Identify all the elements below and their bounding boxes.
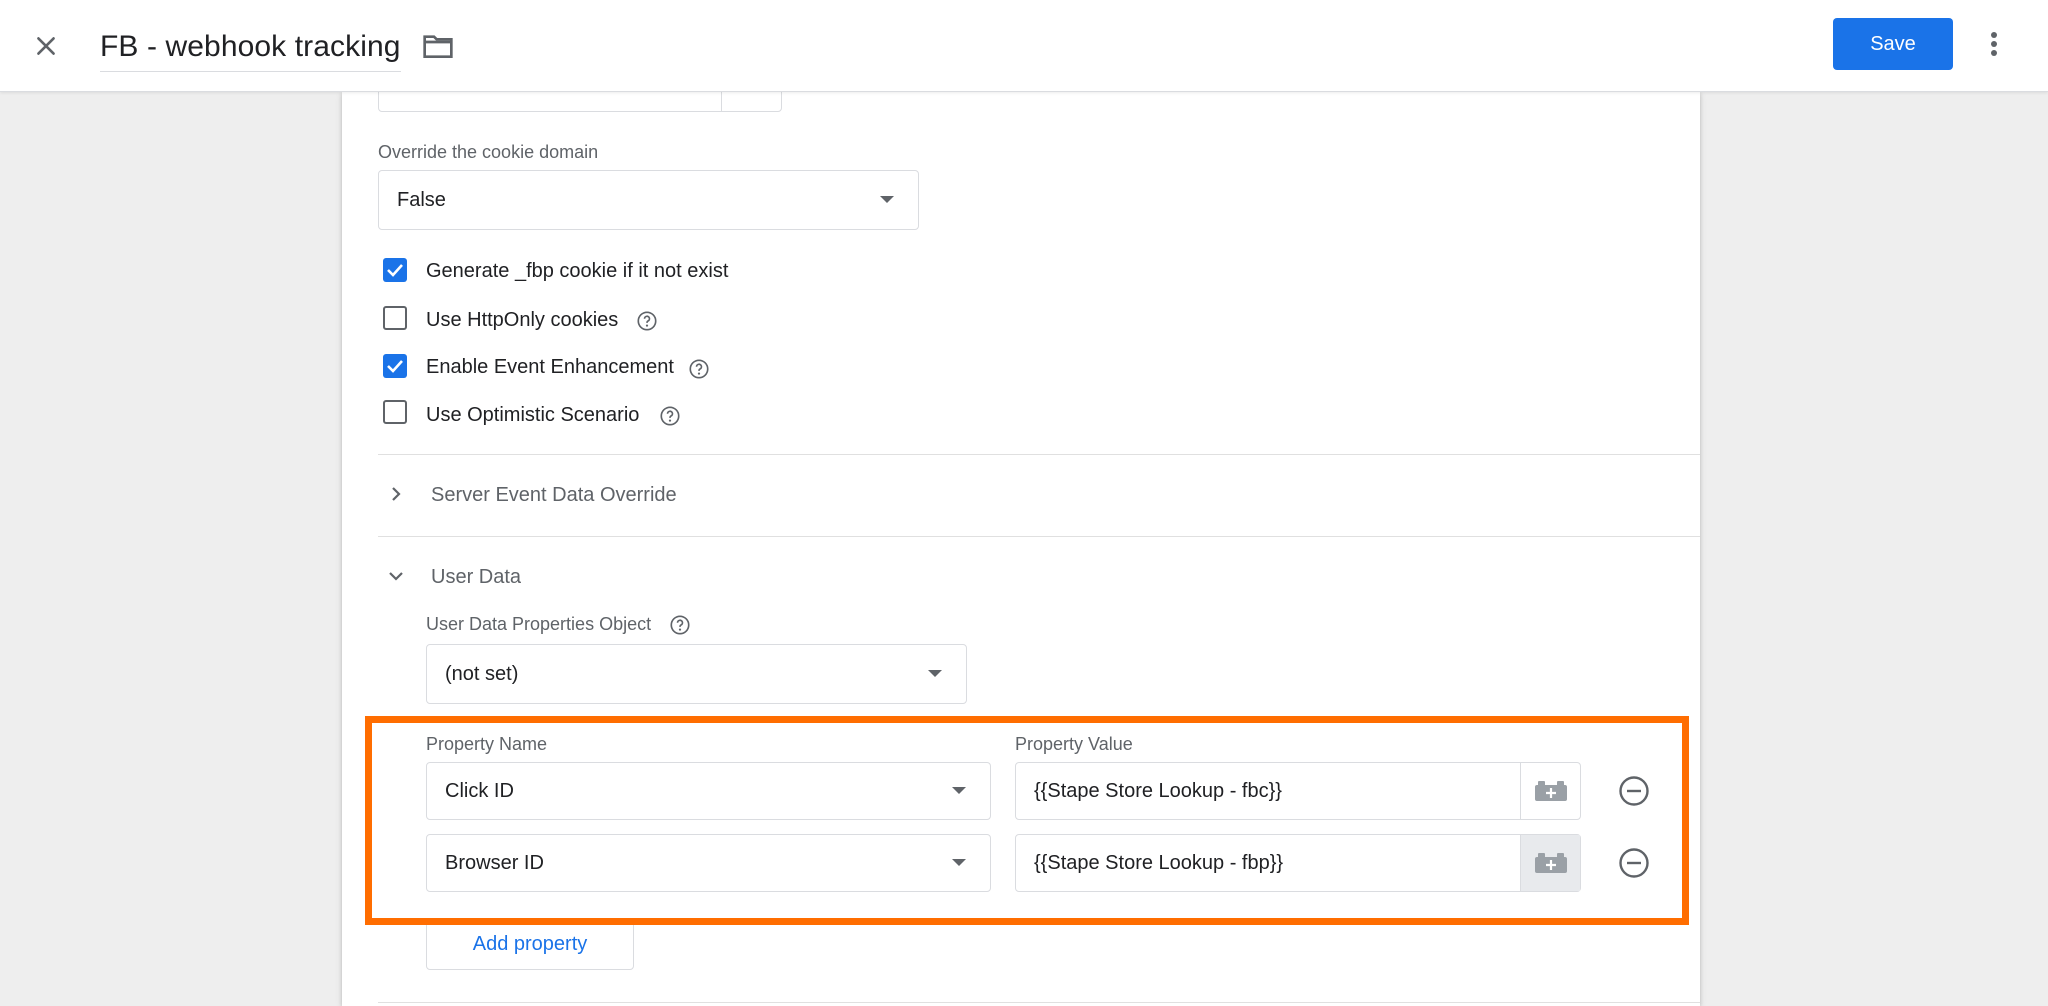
generate-fbp-checkbox[interactable]	[383, 258, 407, 282]
property-name-value: Click ID	[445, 779, 514, 802]
optimistic-scenario-label: Use Optimistic Scenario	[426, 404, 640, 426]
more-options-button[interactable]	[1976, 24, 2012, 64]
chevron-down-icon	[880, 196, 894, 203]
more-vertical-icon	[1991, 32, 1997, 56]
user-data-props-value: (not set)	[445, 662, 519, 685]
chevron-down-icon	[928, 670, 942, 677]
section-divider	[378, 536, 1700, 537]
property-value-input[interactable]: {{Stape Store Lookup - fbp}}	[1015, 834, 1581, 892]
property-value-text: {{Stape Store Lookup - fbp}}	[1034, 851, 1284, 874]
property-name-select[interactable]: Click ID	[426, 762, 991, 820]
property-name-select[interactable]: Browser ID	[426, 834, 991, 892]
chevron-down-icon[interactable]	[384, 564, 408, 588]
check-icon	[387, 360, 403, 373]
top-bar: FB - webhook tracking Save	[0, 0, 2048, 92]
tag-name-field[interactable]: FB - webhook tracking	[100, 22, 401, 72]
user-data-section-title[interactable]: User Data	[431, 566, 521, 589]
help-icon[interactable]	[669, 614, 691, 636]
variable-picker-button[interactable]	[1520, 835, 1580, 891]
help-icon[interactable]	[636, 310, 658, 332]
remove-property-icon[interactable]	[1617, 846, 1651, 880]
property-value-header: Property Value	[1015, 734, 1133, 754]
property-name-value: Browser ID	[445, 851, 544, 874]
user-data-props-label: User Data Properties Object	[426, 614, 652, 634]
add-property-button[interactable]: Add property	[426, 918, 634, 970]
variable-picker-button[interactable]	[1520, 763, 1580, 819]
folder-button[interactable]	[420, 28, 456, 64]
event-enhancement-label: Enable Event Enhancement	[426, 356, 674, 378]
variable-block-icon	[1534, 781, 1567, 801]
section-divider	[378, 454, 1700, 455]
httponly-checkbox[interactable]	[383, 306, 407, 330]
property-value-text: {{Stape Store Lookup - fbc}}	[1034, 779, 1282, 802]
chevron-down-icon	[952, 787, 966, 794]
cookie-domain-value: False	[397, 188, 446, 211]
user-data-props-select[interactable]: (not set)	[426, 644, 967, 704]
variable-block-icon	[1534, 853, 1567, 873]
page-title: FB - webhook tracking	[100, 29, 401, 63]
check-icon	[387, 264, 403, 277]
help-icon[interactable]	[688, 358, 710, 380]
folder-icon	[423, 35, 453, 58]
close-button[interactable]	[26, 26, 66, 66]
optimistic-scenario-checkbox[interactable]	[383, 400, 407, 424]
server-event-section-title[interactable]: Server Event Data Override	[431, 484, 677, 507]
cookie-domain-select[interactable]: False	[378, 170, 919, 230]
generate-fbp-label: Generate _fbp cookie if it not exist	[426, 260, 729, 282]
property-value-input[interactable]: {{Stape Store Lookup - fbc}}	[1015, 762, 1581, 820]
chevron-down-icon	[952, 859, 966, 866]
remove-property-icon[interactable]	[1617, 774, 1651, 808]
section-divider	[378, 1002, 1700, 1003]
chevron-right-icon[interactable]	[384, 482, 408, 506]
save-button[interactable]: Save	[1833, 18, 1953, 70]
close-icon	[37, 37, 55, 55]
help-icon[interactable]	[659, 405, 681, 427]
event-enhancement-checkbox[interactable]	[383, 354, 407, 378]
property-name-header: Property Name	[426, 734, 548, 754]
httponly-label: Use HttpOnly cookies	[426, 309, 619, 331]
cookie-domain-label: Override the cookie domain	[378, 142, 599, 162]
